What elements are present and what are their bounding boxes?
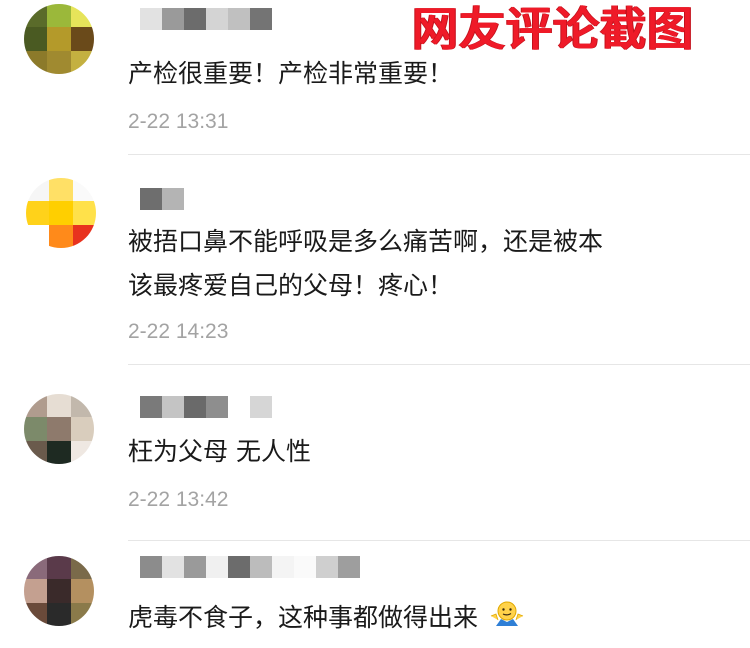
comment-text-line-2: 该最疼爱自己的父母！疼心！ xyxy=(128,271,454,300)
comment-text-line-1: 被捂口鼻不能呼吸是多么痛苦啊，还是被本 xyxy=(128,227,604,256)
comment-item: 枉为父母 无人性 2-22 13:42 xyxy=(0,366,750,542)
divider xyxy=(128,154,750,155)
shrug-emoji-icon xyxy=(490,600,524,630)
avatar[interactable] xyxy=(24,394,94,464)
comment-item: 产检很重要！产检非常重要！ 2-22 13:31 xyxy=(0,0,750,156)
comment-time: 2-22 13:31 xyxy=(128,110,229,133)
comment-text: 产检很重要！产检非常重要！ xyxy=(128,59,454,88)
divider xyxy=(128,364,750,365)
divider xyxy=(128,540,750,541)
comment-item: 被捂口鼻不能呼吸是多么痛苦啊，还是被本 该最疼爱自己的父母！疼心！ 2-22 1… xyxy=(0,156,750,366)
avatar[interactable] xyxy=(24,556,94,626)
username-mosaic[interactable] xyxy=(140,188,184,210)
username-mosaic[interactable] xyxy=(140,8,272,30)
comment-item: 虎毒不食子，这种事都做得出来 xyxy=(0,542,750,648)
avatar[interactable] xyxy=(24,4,94,74)
comment-time: 2-22 13:42 xyxy=(128,488,229,511)
comment-time: 2-22 14:23 xyxy=(128,320,229,343)
comment-text: 虎毒不食子，这种事都做得出来 xyxy=(128,598,738,638)
username-mosaic[interactable] xyxy=(140,396,272,418)
username-mosaic[interactable] xyxy=(140,556,360,578)
comment-text-content: 虎毒不食子，这种事都做得出来 xyxy=(128,603,479,632)
avatar[interactable] xyxy=(26,178,96,248)
comment-text: 枉为父母 无人性 xyxy=(128,437,311,466)
